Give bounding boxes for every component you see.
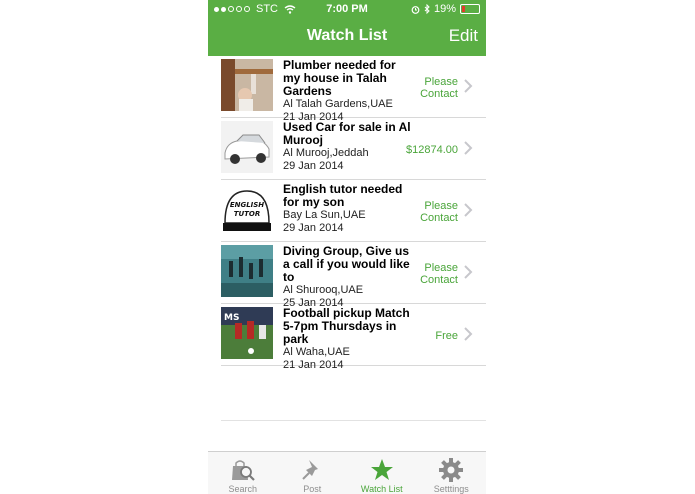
tab-label: Post — [303, 484, 322, 494]
navigation-bar: Watch List Edit — [208, 18, 486, 56]
tab-settings[interactable]: Setttings — [417, 452, 487, 494]
listing-thumbnail — [221, 59, 273, 111]
chevron-right-icon — [464, 265, 473, 279]
tab-label: Search — [228, 484, 258, 494]
list-item[interactable]: MS Football pickup Match 5-7pm Thursdays… — [221, 304, 486, 371]
tab-post[interactable]: Post — [278, 452, 348, 494]
listing-price: Please Contact — [420, 76, 458, 100]
listing-title: Diving Group, Give us a call if you woul… — [283, 244, 410, 284]
listing-thumbnail — [221, 245, 273, 297]
watch-list: Plumber needed for my house in Talah Gar… — [221, 56, 486, 371]
listing-info: Plumber needed for my house in Talah Gar… — [283, 59, 411, 124]
listing-info: Diving Group, Give us a call if you woul… — [283, 245, 411, 310]
page-title: Watch List — [306, 27, 388, 44]
english-tutor-cap-photo-icon: ENGLISH TUTOR — [221, 183, 273, 235]
chevron-right-icon — [464, 79, 473, 93]
battery-percent: 19% — [433, 3, 456, 15]
listing-thumbnail — [221, 121, 273, 173]
listing-title: Football pickup Match 5-7pm Thursdays in… — [283, 306, 410, 346]
tab-watch-list[interactable]: Watch List — [347, 452, 417, 494]
edit-button[interactable]: Edit — [449, 26, 478, 46]
list-item[interactable]: Plumber needed for my house in Talah Gar… — [221, 56, 486, 123]
plumbing-photo-icon — [221, 59, 273, 111]
chevron-right-icon — [464, 141, 473, 155]
listing-info: English tutor needed for my son Bay La S… — [283, 183, 411, 235]
listing-price: Please Contact — [420, 200, 458, 224]
listing-location: Al Talah Gardens,UAE — [283, 98, 393, 110]
white-car-photo-icon — [221, 121, 273, 173]
search-bag-icon — [231, 460, 255, 481]
divers-photo-icon — [221, 245, 273, 297]
listing-price: $12874.00 — [406, 144, 458, 156]
tab-label: Setttings — [433, 484, 469, 494]
tab-search[interactable]: Search — [208, 452, 278, 494]
listing-thumbnail: MS — [221, 307, 273, 359]
svg-text:ENGLISH: ENGLISH — [230, 201, 264, 209]
listing-location: Al Waha,UAE — [283, 346, 350, 358]
listing-location: Al Shurooq,UAE — [283, 284, 364, 296]
listing-title: English tutor needed for my son — [283, 182, 403, 209]
list-item[interactable]: ENGLISH TUTOR English tutor needed for m… — [221, 180, 486, 242]
listing-date: 29 Jan 2014 — [283, 222, 344, 234]
listing-location: Bay La Sun,UAE — [283, 209, 366, 221]
list-footer-divider — [221, 420, 486, 421]
bluetooth-icon — [424, 4, 430, 14]
status-bar: STC 7:00 PM 19% — [208, 0, 486, 18]
listing-date: 21 Jan 2014 — [283, 359, 344, 371]
listing-thumbnail: ENGLISH TUTOR — [221, 183, 273, 235]
listing-date: 29 Jan 2014 — [283, 160, 344, 172]
listing-info: Football pickup Match 5-7pm Thursdays in… — [283, 307, 411, 372]
pin-icon — [302, 460, 319, 480]
list-item[interactable]: Diving Group, Give us a call if you woul… — [221, 242, 486, 309]
list-item[interactable]: Used Car for sale in Al Murooj Al Murooj… — [221, 118, 486, 180]
football-photo-icon: MS — [221, 307, 273, 359]
chevron-right-icon — [464, 203, 473, 217]
tab-bar: Search Post Watch List Setttings — [208, 451, 486, 494]
chevron-right-icon — [464, 327, 473, 341]
tab-label: Watch List — [360, 484, 403, 494]
star-icon — [370, 459, 393, 480]
phone-screen: STC 7:00 PM 19% Watch List Edit Plumber … — [208, 0, 486, 494]
battery-fill — [462, 6, 465, 12]
battery-icon — [460, 4, 480, 14]
alarm-icon — [411, 5, 420, 14]
svg-text:TUTOR: TUTOR — [234, 210, 261, 218]
listing-price: Please Contact — [420, 262, 458, 286]
gear-icon — [439, 458, 464, 482]
listing-title: Plumber needed for my house in Talah Gar… — [283, 58, 396, 98]
status-right: 19% — [411, 3, 480, 15]
listing-price: Free — [435, 330, 458, 342]
svg-text:MS: MS — [224, 313, 239, 323]
